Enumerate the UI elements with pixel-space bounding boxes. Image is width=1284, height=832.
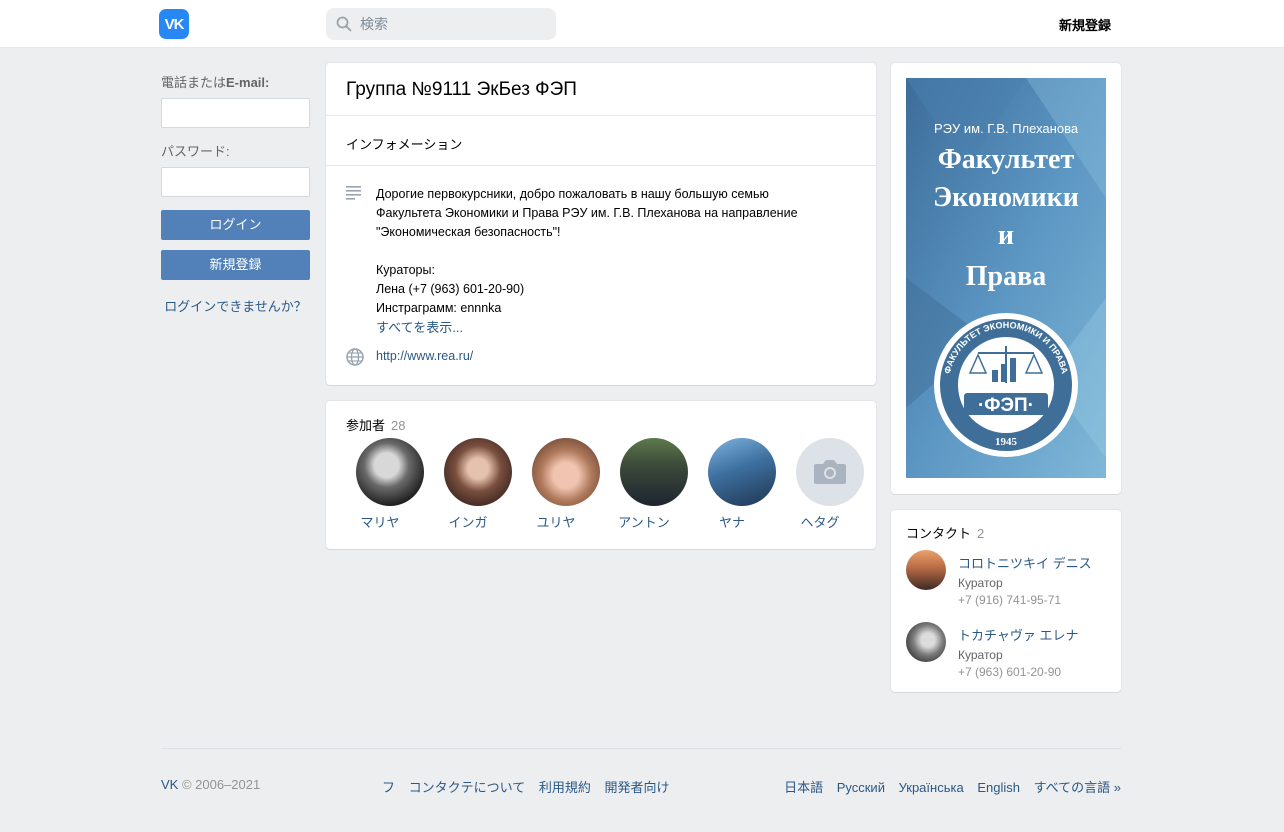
avatar[interactable] (906, 550, 946, 590)
contacts-header[interactable]: コンタクト 2 (891, 510, 1121, 550)
avatar[interactable] (708, 438, 776, 506)
footer-brand-link[interactable]: VK (161, 777, 178, 792)
copyright: VK © 2006–2021 (161, 777, 260, 792)
language-link[interactable]: English (977, 780, 1020, 795)
password-field[interactable] (161, 167, 310, 197)
contacts-count: 2 (977, 526, 985, 541)
avatar[interactable] (620, 438, 688, 506)
page-footer: VK © 2006–2021 フ コンタクテについて 利用規約 開発者向け 日本… (161, 748, 1121, 808)
footer-links: フ コンタクテについて 利用規約 開発者向け (382, 777, 680, 796)
password-label: パスワード: (161, 144, 230, 159)
vk-logo[interactable]: VK (159, 9, 189, 39)
poster-line3: и (998, 220, 1014, 251)
search-input[interactable] (360, 8, 550, 40)
search-box[interactable] (326, 8, 556, 40)
website-link[interactable]: http://www.rea.ru/ (376, 349, 473, 363)
footer-link-about[interactable]: コンタクテについて (409, 780, 526, 795)
description-line: Кураторы: (376, 263, 435, 277)
contact-role: Куратор (958, 648, 1003, 662)
description-line: Лена (+7 (963) 601-20-90) (376, 282, 525, 296)
page-title: Группа №9111 ЭкБез ФЭП (326, 63, 876, 116)
language-link[interactable]: Українська (899, 780, 964, 795)
language-switcher: 日本語 Русский Українська English すべての言語 » (784, 777, 1131, 796)
group-cover-card: РЭУ им. Г.В. Плеханова Факультет Экономи… (891, 63, 1121, 494)
footer-link[interactable]: フ (382, 780, 395, 795)
forgot-password-link[interactable]: ログインできませんか？ (161, 296, 310, 315)
poster-line1: Факультет (938, 144, 1075, 175)
poster-line4: Права (966, 261, 1046, 292)
language-link[interactable]: Русский (837, 780, 885, 795)
faculty-seal: ФАКУЛЬТЕТ ЭКОНОМИКИ И ПРАВА ·ФЭП· 1945 (934, 313, 1078, 457)
info-section-header: インフォメーション (326, 116, 876, 166)
member-name[interactable]: ヘタグ (766, 512, 874, 531)
contact-phone: +7 (916) 741-95-71 (958, 593, 1062, 607)
description-line: Дорогие первокурсники, добро пожаловать … (376, 187, 769, 201)
description-icon (346, 186, 361, 200)
seal-abbr: ·ФЭП· (978, 395, 1034, 416)
header-register-link[interactable]: 新規登録 (1040, 15, 1130, 34)
footer-link-developers[interactable]: 開発者向け (605, 780, 670, 795)
group-description: Дорогие первокурсники, добро пожаловать … (326, 166, 876, 338)
top-header: VK 新規登録 (0, 0, 1284, 48)
login-button[interactable]: ログイン (161, 210, 310, 240)
contact-name[interactable]: トカチャヴァ エレナ (958, 622, 1121, 644)
contact-name[interactable]: コロトニツキイ デニス (958, 550, 1121, 572)
globe-icon (346, 348, 364, 366)
register-button[interactable]: 新規登録 (161, 250, 310, 280)
language-link[interactable]: 日本語 (784, 780, 823, 795)
contact-item: トカチャヴァ エレナ Куратор +7 (963) 601-20-90 (891, 622, 1121, 694)
login-sidebar: 電話またはE-mail: パスワード: ログイン 新規登録 ログインできませんか… (161, 72, 310, 315)
avatar[interactable] (356, 438, 424, 506)
contact-phone: +7 (963) 601-20-90 (958, 665, 1062, 679)
show-more-link[interactable]: すべてを表示... (376, 320, 463, 335)
phone-email-label: 電話またはE-mail: (161, 75, 270, 90)
search-icon (336, 16, 352, 32)
members-count: 28 (391, 418, 406, 433)
group-info-card: Группа №9111 ЭкБез ФЭП インフォメーション Дорогие… (326, 63, 876, 385)
poster-line2: Экономики (933, 182, 1079, 213)
description-line: Факультета Экономики и Права РЭУ им. Г.В… (376, 206, 798, 220)
copyright-text: © 2006–2021 (181, 777, 261, 792)
website-row: http://www.rea.ru/ (326, 338, 876, 372)
contact-item: コロトニツキイ デニス Куратор +7 (916) 741-95-71 (891, 550, 1121, 622)
description-line: Инстраграмм: ennnka (376, 301, 502, 315)
contact-role: Куратор (958, 576, 1003, 590)
avatar[interactable] (796, 438, 864, 506)
members-list: マリヤ インガ ユリヤ アントン ヤナ ヘタグ (326, 438, 876, 531)
camera-icon (814, 460, 846, 484)
description-line (376, 242, 856, 261)
members-card: 参加者 28 マリヤ インガ ユリヤ アントン ヤナ ヘタグ (326, 401, 876, 549)
contacts-title: コンタクト (906, 526, 972, 541)
footer-link-terms[interactable]: 利用規約 (539, 780, 591, 795)
description-line: "Экономическая безопасность"! (376, 225, 561, 239)
members-header[interactable]: 参加者 28 (326, 401, 876, 438)
poster-university: РЭУ им. Г.В. Плеханова (934, 121, 1079, 136)
avatar[interactable] (532, 438, 600, 506)
avatar[interactable] (906, 622, 946, 662)
member-item[interactable]: ヘタグ (786, 438, 874, 531)
phone-email-field[interactable] (161, 98, 310, 128)
group-cover-image[interactable]: РЭУ им. Г.В. Плеханова Факультет Экономи… (906, 78, 1106, 478)
contacts-card: コンタクト 2 コロトニツキイ デニス Куратор +7 (916) 741-… (891, 510, 1121, 692)
seal-year: 1945 (995, 436, 1018, 448)
all-languages-link[interactable]: すべての言語 » (1034, 780, 1121, 795)
members-title: 参加者 (346, 418, 386, 433)
avatar[interactable] (444, 438, 512, 506)
